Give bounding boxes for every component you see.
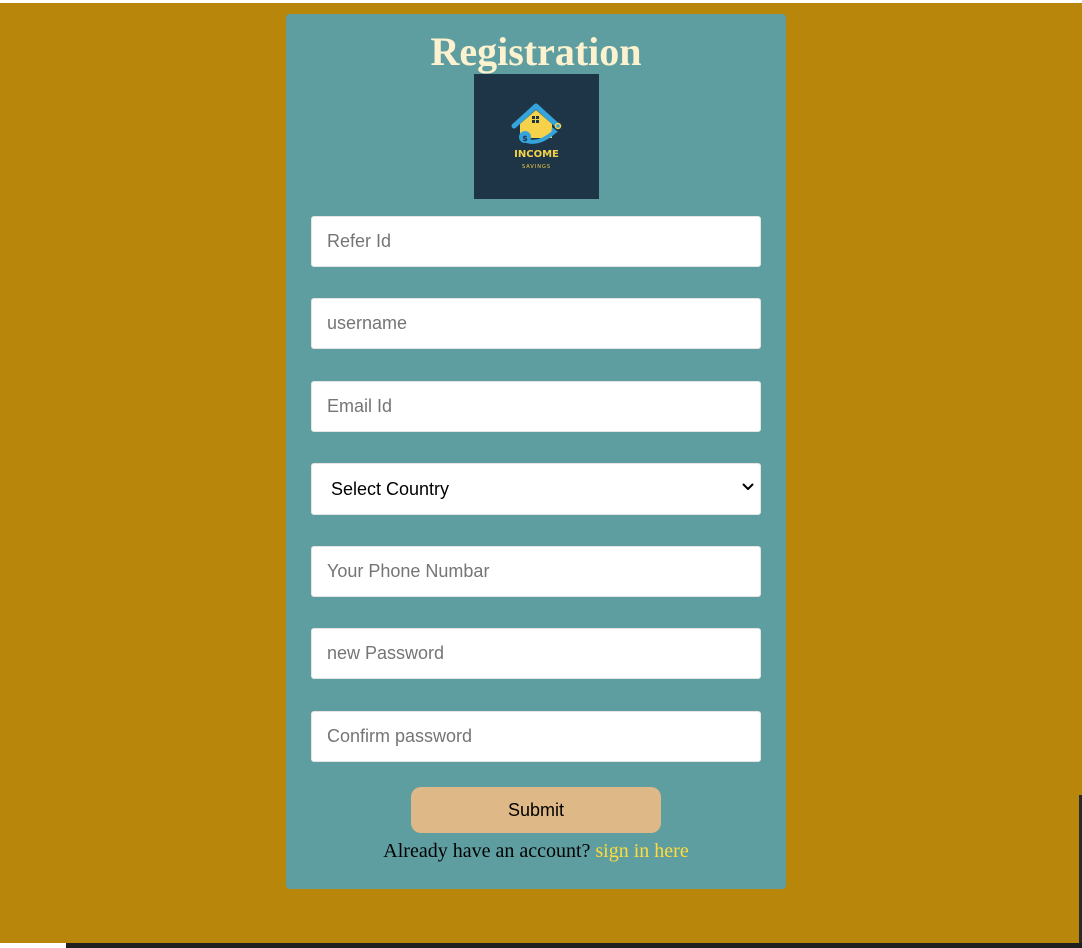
registration-card: Registration $ INCOME SAVINGS Select Cou…: [286, 14, 786, 889]
logo-tagline-text: SAVINGS: [521, 164, 552, 170]
house-dollar-icon: $: [511, 103, 562, 144]
signin-prompt-text: Already have an account?: [383, 840, 591, 862]
country-select-value: Select Country: [331, 479, 450, 499]
income-savings-logo: $ INCOME SAVINGS: [474, 74, 599, 199]
chevron-down-icon: [742, 483, 754, 490]
signin-prompt-line: Already have an account? sign in here: [286, 839, 786, 863]
username-input[interactable]: [311, 298, 761, 349]
submit-button[interactable]: Submit: [411, 787, 661, 833]
signin-link[interactable]: sign in here: [595, 840, 688, 862]
confirm-password-input[interactable]: [311, 711, 761, 762]
logo-brand-text: INCOME: [514, 149, 559, 160]
country-select[interactable]: Select Country: [311, 463, 761, 515]
phone-input[interactable]: [311, 546, 761, 597]
svg-text:$: $: [522, 134, 528, 143]
page-title: Registration: [430, 29, 642, 74]
top-border: [0, 0, 1082, 3]
email-input[interactable]: [311, 381, 761, 432]
refer-id-input[interactable]: [311, 216, 761, 267]
bottom-border: [66, 943, 1082, 948]
new-password-input[interactable]: [311, 628, 761, 679]
bottom-border-left: [0, 943, 66, 948]
